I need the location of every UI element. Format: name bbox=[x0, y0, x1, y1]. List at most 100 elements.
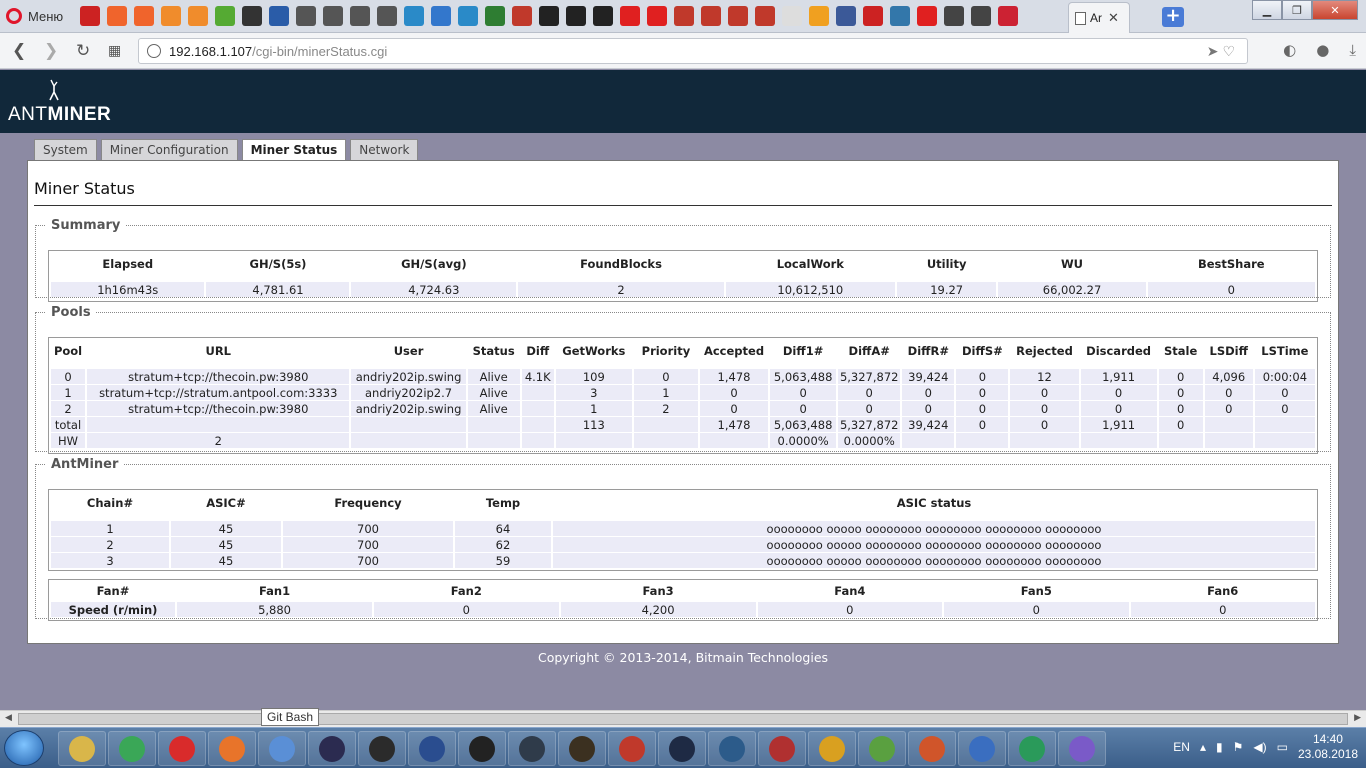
taskbar-app-icon[interactable] bbox=[958, 731, 1006, 766]
tray-arrow-icon[interactable]: ▴ bbox=[1200, 740, 1206, 754]
flag-icon[interactable]: ⚑ bbox=[1233, 740, 1244, 754]
opera-menu-button[interactable]: Меню bbox=[6, 5, 63, 27]
bookmark-tab-icon[interactable] bbox=[215, 6, 235, 26]
forward-icon[interactable]: ❯ bbox=[44, 41, 58, 61]
pool-cell: 0 bbox=[1010, 385, 1079, 400]
chain-cell: 45 bbox=[171, 553, 281, 568]
start-button[interactable] bbox=[4, 730, 44, 766]
bookmark-tab-icon[interactable] bbox=[539, 6, 559, 26]
bookmark-tab-icon[interactable] bbox=[917, 6, 937, 26]
language-indicator[interactable]: EN bbox=[1173, 740, 1190, 754]
scroll-right-icon[interactable]: ▶ bbox=[1354, 713, 1361, 723]
bookmark-tab-icon[interactable] bbox=[998, 6, 1018, 26]
bookmark-tab-icon[interactable] bbox=[107, 6, 127, 26]
taskbar-app-icon[interactable] bbox=[158, 731, 206, 766]
taskbar-app-icon[interactable] bbox=[558, 731, 606, 766]
taskbar-app-icon[interactable] bbox=[858, 731, 906, 766]
app-icon bbox=[369, 735, 395, 762]
bookmark-tab-icon[interactable] bbox=[647, 6, 667, 26]
taskbar-app-icon[interactable] bbox=[1008, 731, 1056, 766]
taskbar-app-icon[interactable] bbox=[308, 731, 356, 766]
keyboard-icon[interactable]: ▭ bbox=[1277, 740, 1288, 754]
horizontal-scrollbar[interactable]: ◀ ▶ bbox=[0, 710, 1366, 727]
bookmark-tab-icon[interactable] bbox=[512, 6, 532, 26]
bookmark-tab-icon[interactable] bbox=[782, 6, 802, 26]
taskbar-app-icon[interactable] bbox=[258, 731, 306, 766]
reload-icon[interactable]: ↻ bbox=[76, 41, 90, 61]
taskbar-app-icon[interactable] bbox=[808, 731, 856, 766]
taskbar-app-icon[interactable] bbox=[658, 731, 706, 766]
pools-section: Pools Pool URL User Status Diff GetWorks Prior… bbox=[35, 305, 1331, 454]
bookmark-tab-icon[interactable] bbox=[431, 6, 451, 26]
clock[interactable]: 14:40 23.08.2018 bbox=[1298, 732, 1358, 762]
bookmark-tab-icon[interactable] bbox=[350, 6, 370, 26]
chain-header: Temp bbox=[485, 496, 521, 510]
bookmark-tab-icon[interactable] bbox=[620, 6, 640, 26]
page-title: Miner Status bbox=[34, 179, 135, 198]
extension-icon[interactable]: ● bbox=[1316, 41, 1329, 59]
minimize-button[interactable]: ▁ bbox=[1252, 0, 1282, 20]
bookmark-tab-icon[interactable] bbox=[755, 6, 775, 26]
new-tab-button[interactable]: + bbox=[1162, 7, 1184, 27]
bookmark-tab-icon[interactable] bbox=[728, 6, 748, 26]
active-browser-tab[interactable]: Ar ✕ bbox=[1068, 2, 1130, 33]
close-tab-icon[interactable]: ✕ bbox=[1108, 10, 1119, 26]
taskbar-app-icon[interactable] bbox=[708, 731, 756, 766]
maximize-button[interactable]: ❐ bbox=[1282, 0, 1312, 20]
close-window-button[interactable]: ✕ bbox=[1312, 0, 1358, 20]
taskbar-app-icon[interactable] bbox=[108, 731, 156, 766]
snapshot-icon[interactable]: ◐ bbox=[1283, 41, 1296, 59]
taskbar-app-icon[interactable] bbox=[608, 731, 656, 766]
bookmark-tab-icon[interactable] bbox=[377, 6, 397, 26]
bookmark-tab-icon[interactable] bbox=[566, 6, 586, 26]
volume-icon[interactable]: ◀) bbox=[1253, 740, 1266, 754]
taskbar-app-icon[interactable] bbox=[908, 731, 956, 766]
web-page: ANTMINER System Miner Configuration Mine… bbox=[0, 70, 1366, 710]
bookmark-tab-icon[interactable] bbox=[701, 6, 721, 26]
bookmark-tab-icon[interactable] bbox=[674, 6, 694, 26]
taskbar-app-icon[interactable] bbox=[358, 731, 406, 766]
network-icon[interactable]: ▮ bbox=[1216, 740, 1223, 754]
bookmark-tab-icon[interactable] bbox=[80, 6, 100, 26]
taskbar-app-icon[interactable] bbox=[1058, 731, 1106, 766]
bookmark-tab-icon[interactable] bbox=[323, 6, 343, 26]
scroll-left-icon[interactable]: ◀ bbox=[5, 713, 12, 723]
taskbar-app-icon[interactable] bbox=[408, 731, 456, 766]
bookmark-tab-icon[interactable] bbox=[971, 6, 991, 26]
bookmark-tab-icon[interactable] bbox=[188, 6, 208, 26]
bookmark-tab-icon[interactable] bbox=[269, 6, 289, 26]
pool-cell: 0.0000% bbox=[770, 433, 837, 448]
scrollbar-thumb[interactable] bbox=[18, 713, 1348, 725]
tab-network[interactable]: Network bbox=[350, 139, 419, 161]
address-field[interactable]: 192.168.1.107/cgi-bin/minerStatus.cgi ➤♡ bbox=[138, 38, 1248, 64]
tab-system[interactable]: System bbox=[34, 139, 97, 161]
bookmark-tab-icon[interactable] bbox=[863, 6, 883, 26]
bookmark-heart-icon[interactable]: ➤♡ bbox=[1207, 43, 1239, 60]
bookmark-tab-icon[interactable] bbox=[944, 6, 964, 26]
taskbar-app-icon[interactable] bbox=[58, 731, 106, 766]
back-icon[interactable]: ❮ bbox=[12, 41, 26, 61]
pool-cell: 39,424 bbox=[902, 417, 955, 432]
tab-miner-status[interactable]: Miner Status bbox=[241, 139, 347, 162]
bookmark-tab-icon[interactable] bbox=[134, 6, 154, 26]
pool-cell: 0 bbox=[956, 385, 1009, 400]
bookmark-tab-icon[interactable] bbox=[890, 6, 910, 26]
pool-cell bbox=[1204, 433, 1253, 448]
bookmark-tab-icon[interactable] bbox=[242, 6, 262, 26]
taskbar-app-icon[interactable] bbox=[458, 731, 506, 766]
pool-cell: 39,424 bbox=[902, 369, 955, 384]
bookmark-tab-icon[interactable] bbox=[458, 6, 478, 26]
bookmark-tab-icon[interactable] bbox=[485, 6, 505, 26]
tab-miner-configuration[interactable]: Miner Configuration bbox=[100, 139, 238, 161]
speed-dial-icon[interactable]: ▦ bbox=[108, 43, 121, 59]
bookmark-tab-icon[interactable] bbox=[404, 6, 424, 26]
bookmark-tab-icon[interactable] bbox=[836, 6, 856, 26]
taskbar-app-icon[interactable] bbox=[208, 731, 256, 766]
taskbar-app-icon[interactable] bbox=[758, 731, 806, 766]
bookmark-tab-icon[interactable] bbox=[161, 6, 181, 26]
bookmark-tab-icon[interactable] bbox=[809, 6, 829, 26]
bookmark-tab-icon[interactable] bbox=[296, 6, 316, 26]
taskbar-app-icon[interactable] bbox=[508, 731, 556, 766]
bookmark-tab-icon[interactable] bbox=[593, 6, 613, 26]
download-icon[interactable]: ⤓ bbox=[1349, 41, 1356, 59]
